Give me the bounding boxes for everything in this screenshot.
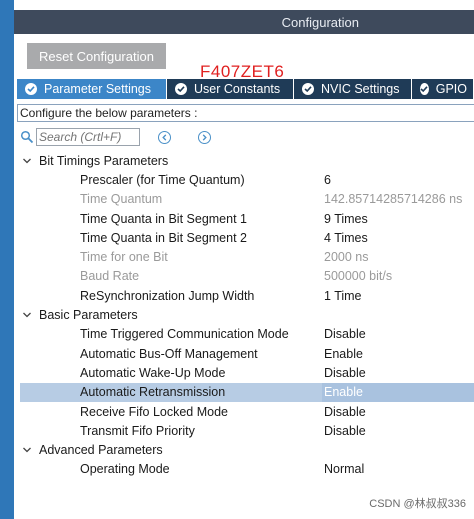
chevron-down-icon <box>23 158 31 164</box>
tab-label: User Constants <box>194 82 281 96</box>
param-row[interactable]: Automatic Bus-Off Management Enable <box>14 344 474 363</box>
tab-parameter-settings[interactable]: Parameter Settings <box>17 79 167 99</box>
reset-configuration-button[interactable]: Reset Configuration <box>27 43 166 69</box>
param-row: Time for one Bit 2000 ns <box>14 247 474 266</box>
param-row: Time Quantum 142.85714285714286 ns <box>14 190 474 209</box>
param-name: Receive Fifo Locked Mode <box>80 404 228 419</box>
param-value[interactable]: 4 Times <box>324 231 368 245</box>
param-name: Time Quantum <box>80 192 163 207</box>
parameter-tree: Bit Timings Parameters Prescaler (for Ti… <box>14 151 474 479</box>
group-label: Basic Parameters <box>39 308 138 323</box>
top-gap <box>14 0 474 10</box>
param-value: 142.85714285714286 ns <box>324 192 463 207</box>
param-row[interactable]: Receive Fifo Locked Mode Disable <box>14 402 474 421</box>
param-row[interactable]: ReSynchronization Jump Width 1 Time <box>14 286 474 305</box>
configure-instructions: Configure the below parameters : <box>17 104 474 122</box>
search-input[interactable] <box>36 128 140 146</box>
group-label: Bit Timings Parameters <box>39 153 169 168</box>
tab-label: Parameter Settings <box>44 82 151 96</box>
param-name: Time Quanta in Bit Segment 2 <box>80 230 247 245</box>
param-row: Baud Rate 500000 bit/s <box>14 267 474 286</box>
param-value[interactable]: Disable <box>324 405 366 419</box>
param-value[interactable]: 1 Time <box>324 289 362 303</box>
chevron-down-icon <box>23 447 31 453</box>
param-row[interactable]: Prescaler (for Time Quantum) 6 <box>14 170 474 189</box>
tab-label: NVIC Settings <box>321 82 400 96</box>
check-icon <box>420 83 429 95</box>
left-panel-strip <box>0 0 14 519</box>
group-advanced-parameters[interactable]: Advanced Parameters <box>14 440 474 459</box>
tab-gpio[interactable]: GPIO <box>412 79 474 99</box>
check-icon <box>25 83 37 95</box>
param-row[interactable]: Time Quanta in Bit Segment 2 4 Times <box>14 228 474 247</box>
param-row[interactable]: Automatic Wake-Up Mode Disable <box>14 363 474 382</box>
tab-label: GPIO <box>435 82 467 96</box>
param-name: Transmit Fifo Priority <box>80 423 195 438</box>
param-name: Automatic Bus-Off Management <box>80 346 258 361</box>
param-name: Operating Mode <box>80 462 170 477</box>
param-row[interactable]: Transmit Fifo Priority Disable <box>14 421 474 440</box>
param-name: ReSynchronization Jump Width <box>80 288 255 303</box>
chevron-down-icon <box>23 312 31 318</box>
param-value: 2000 ns <box>324 250 369 265</box>
param-name: Time Quanta in Bit Segment 1 <box>80 211 247 226</box>
check-icon <box>175 83 187 95</box>
chevron-right-icon[interactable] <box>198 130 211 144</box>
param-value[interactable]: Normal <box>324 462 364 476</box>
group-basic-parameters[interactable]: Basic Parameters <box>14 305 474 324</box>
param-value[interactable]: Disable <box>324 327 366 341</box>
param-value: 500000 bit/s <box>324 269 393 284</box>
param-value[interactable]: Disable <box>324 366 366 380</box>
configuration-panel: Reset Configuration F407ZET6 Parameter S… <box>14 34 474 519</box>
param-name: Automatic Retransmission <box>80 385 226 400</box>
tab-user-constants[interactable]: User Constants <box>167 79 294 99</box>
tab-nvic-settings[interactable]: NVIC Settings <box>294 79 412 99</box>
check-icon <box>302 83 314 95</box>
param-name: Time for one Bit <box>80 250 168 265</box>
param-name: Time Triggered Communication Mode <box>80 327 289 342</box>
param-name: Automatic Wake-Up Mode <box>80 365 226 380</box>
configuration-header: Configuration <box>14 10 474 34</box>
group-bit-timings[interactable]: Bit Timings Parameters <box>14 151 474 170</box>
param-row-selected[interactable]: Automatic Retransmission Enable <box>20 382 474 402</box>
header-title: Configuration <box>281 14 359 30</box>
param-value[interactable]: Enable <box>324 385 363 399</box>
search-icon <box>20 130 34 144</box>
param-row[interactable]: Time Quanta in Bit Segment 1 9 Times <box>14 209 474 228</box>
configure-text: Configure the below parameters : <box>20 106 198 120</box>
param-row[interactable]: Operating Mode Normal <box>14 460 474 479</box>
param-row[interactable]: Time Triggered Communication Mode Disable <box>14 325 474 344</box>
search-row <box>20 127 211 147</box>
overlay-annotation: F407ZET6 <box>200 62 285 81</box>
chevron-left-icon[interactable] <box>158 130 171 144</box>
param-value[interactable]: Disable <box>324 424 366 438</box>
param-value[interactable]: 9 Times <box>324 212 368 226</box>
watermark: CSDN @林叔叔336 <box>369 498 466 510</box>
param-name: Baud Rate <box>80 269 140 284</box>
settings-tabs: Parameter Settings User Constants NVIC S… <box>17 79 474 99</box>
group-label: Advanced Parameters <box>39 443 163 458</box>
param-name: Prescaler (for Time Quantum) <box>80 172 245 187</box>
param-value[interactable]: 6 <box>324 173 331 187</box>
param-value[interactable]: Enable <box>324 347 363 361</box>
